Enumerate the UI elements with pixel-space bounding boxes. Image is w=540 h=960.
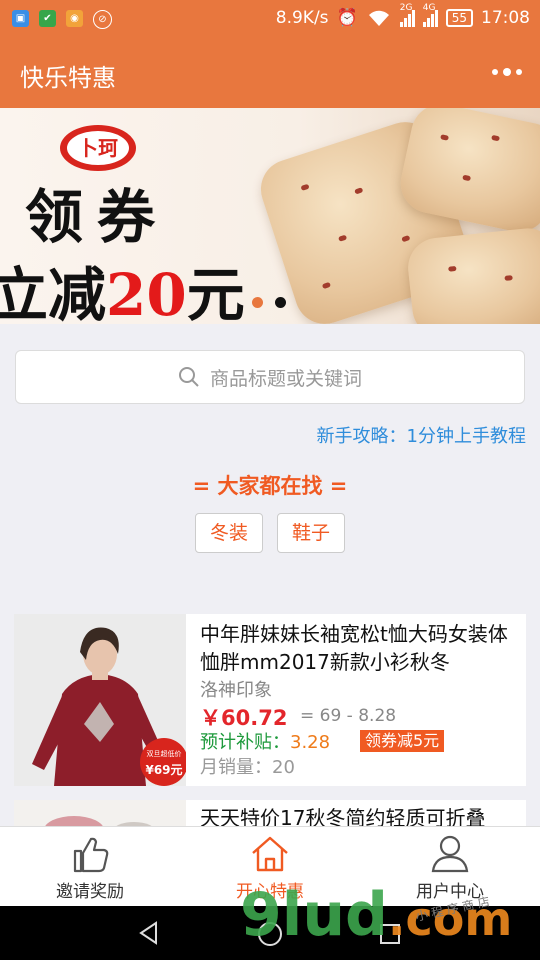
carousel-dot[interactable] <box>252 297 263 308</box>
promo-banner[interactable]: 卜珂 领券 立减20元 <box>0 108 540 324</box>
signal-2g-icon: 2G <box>399 3 415 27</box>
cookie-image <box>405 225 540 324</box>
hot-tag-winter-clothes[interactable]: 冬装 <box>195 513 264 553</box>
network-type-label: 4G <box>422 2 436 13</box>
brand-logo-text: 卜珂 <box>78 136 118 160</box>
monthly-sales: 月销量：20 <box>200 757 295 778</box>
tab-invite-label: 邀请奖励 <box>56 882 124 902</box>
price-range: = 69 - 8.28 <box>300 706 397 726</box>
banner-subheadline: 立减20元 <box>0 248 245 324</box>
network-speed: 8.9K/s <box>275 8 329 28</box>
banner-amount: 20 <box>106 261 187 324</box>
signal-4g-icon: 4G <box>422 3 438 27</box>
app-notification-icon: ◉ <box>66 10 83 27</box>
thumbs-up-icon <box>73 837 109 873</box>
hot-search-title: = 大家都在找 = <box>192 474 348 498</box>
shop-name: 洛神印象 <box>200 680 272 701</box>
home-icon <box>252 836 288 872</box>
search-icon <box>178 367 199 387</box>
shield-icon: ✔ <box>39 10 56 27</box>
clock: 17:08 <box>481 8 530 28</box>
hot-tag-shoes[interactable]: 鞋子 <box>277 513 346 553</box>
wifi-icon <box>368 10 389 26</box>
more-options-icon[interactable] <box>492 68 522 76</box>
alarm-icon: ⏰ <box>336 8 358 28</box>
notification-icons: ▣ ✔ ◉ ⊘ <box>12 10 112 29</box>
banner-suffix: 元 <box>186 261 245 324</box>
title-bar: 快乐特惠 <box>0 38 540 108</box>
subsidy-info: 预计补贴：3.28 <box>200 728 330 754</box>
carousel-dot[interactable] <box>275 297 286 308</box>
subsidy-label: 预计补贴： <box>200 732 290 753</box>
banner-prefix: 立减 <box>0 261 107 324</box>
blocked-icon: ⊘ <box>93 10 112 29</box>
hot-tags: 冬装 鞋子 <box>195 513 346 553</box>
status-bar: ▣ ✔ ◉ ⊘ 8.9K/s ⏰ 2G 4G 55 17:08 <box>0 0 540 38</box>
banner-headline: 领券 <box>25 183 170 251</box>
search-input[interactable]: 商品标题或关键词 <box>15 350 525 404</box>
watermark-logo: 9lud.com <box>240 880 512 950</box>
search-placeholder: 商品标题或关键词 <box>209 367 362 390</box>
thumb-badge-price: ¥69元 <box>145 763 182 777</box>
user-icon <box>431 835 469 873</box>
page-title: 快乐特惠 <box>20 64 116 92</box>
battery-icon: 55 <box>445 9 473 27</box>
product-image: 双旦超低价 ¥69元 <box>14 614 186 786</box>
back-icon[interactable] <box>136 920 162 946</box>
tab-invite[interactable]: 邀请奖励 <box>0 827 180 907</box>
tutorial-link[interactable]: 新手攻略：1分钟上手教程 <box>317 422 526 448</box>
coupon-badge[interactable]: 领券减5元 <box>360 730 445 752</box>
thumb-badge-label: 双旦超低价 <box>147 749 182 758</box>
carousel-indicator <box>252 297 286 308</box>
product-card[interactable]: 双旦超低价 ¥69元 中年胖妹妹长袖宽松t恤大码女装体恤胖mm2017新款小衫秋… <box>14 614 526 786</box>
subsidy-value: 3.28 <box>290 732 331 753</box>
watermark-main: 9lud <box>240 880 388 950</box>
product-title: 中年胖妹妹长袖宽松t恤大码女装体恤胖mm2017新款小衫秋冬 <box>200 622 508 674</box>
product-photo: 双旦超低价 ¥69元 <box>14 614 186 786</box>
network-type-label: 2G <box>399 2 413 13</box>
app-notification-icon: ▣ <box>12 10 29 27</box>
brand-logo: 卜珂 <box>60 125 136 171</box>
